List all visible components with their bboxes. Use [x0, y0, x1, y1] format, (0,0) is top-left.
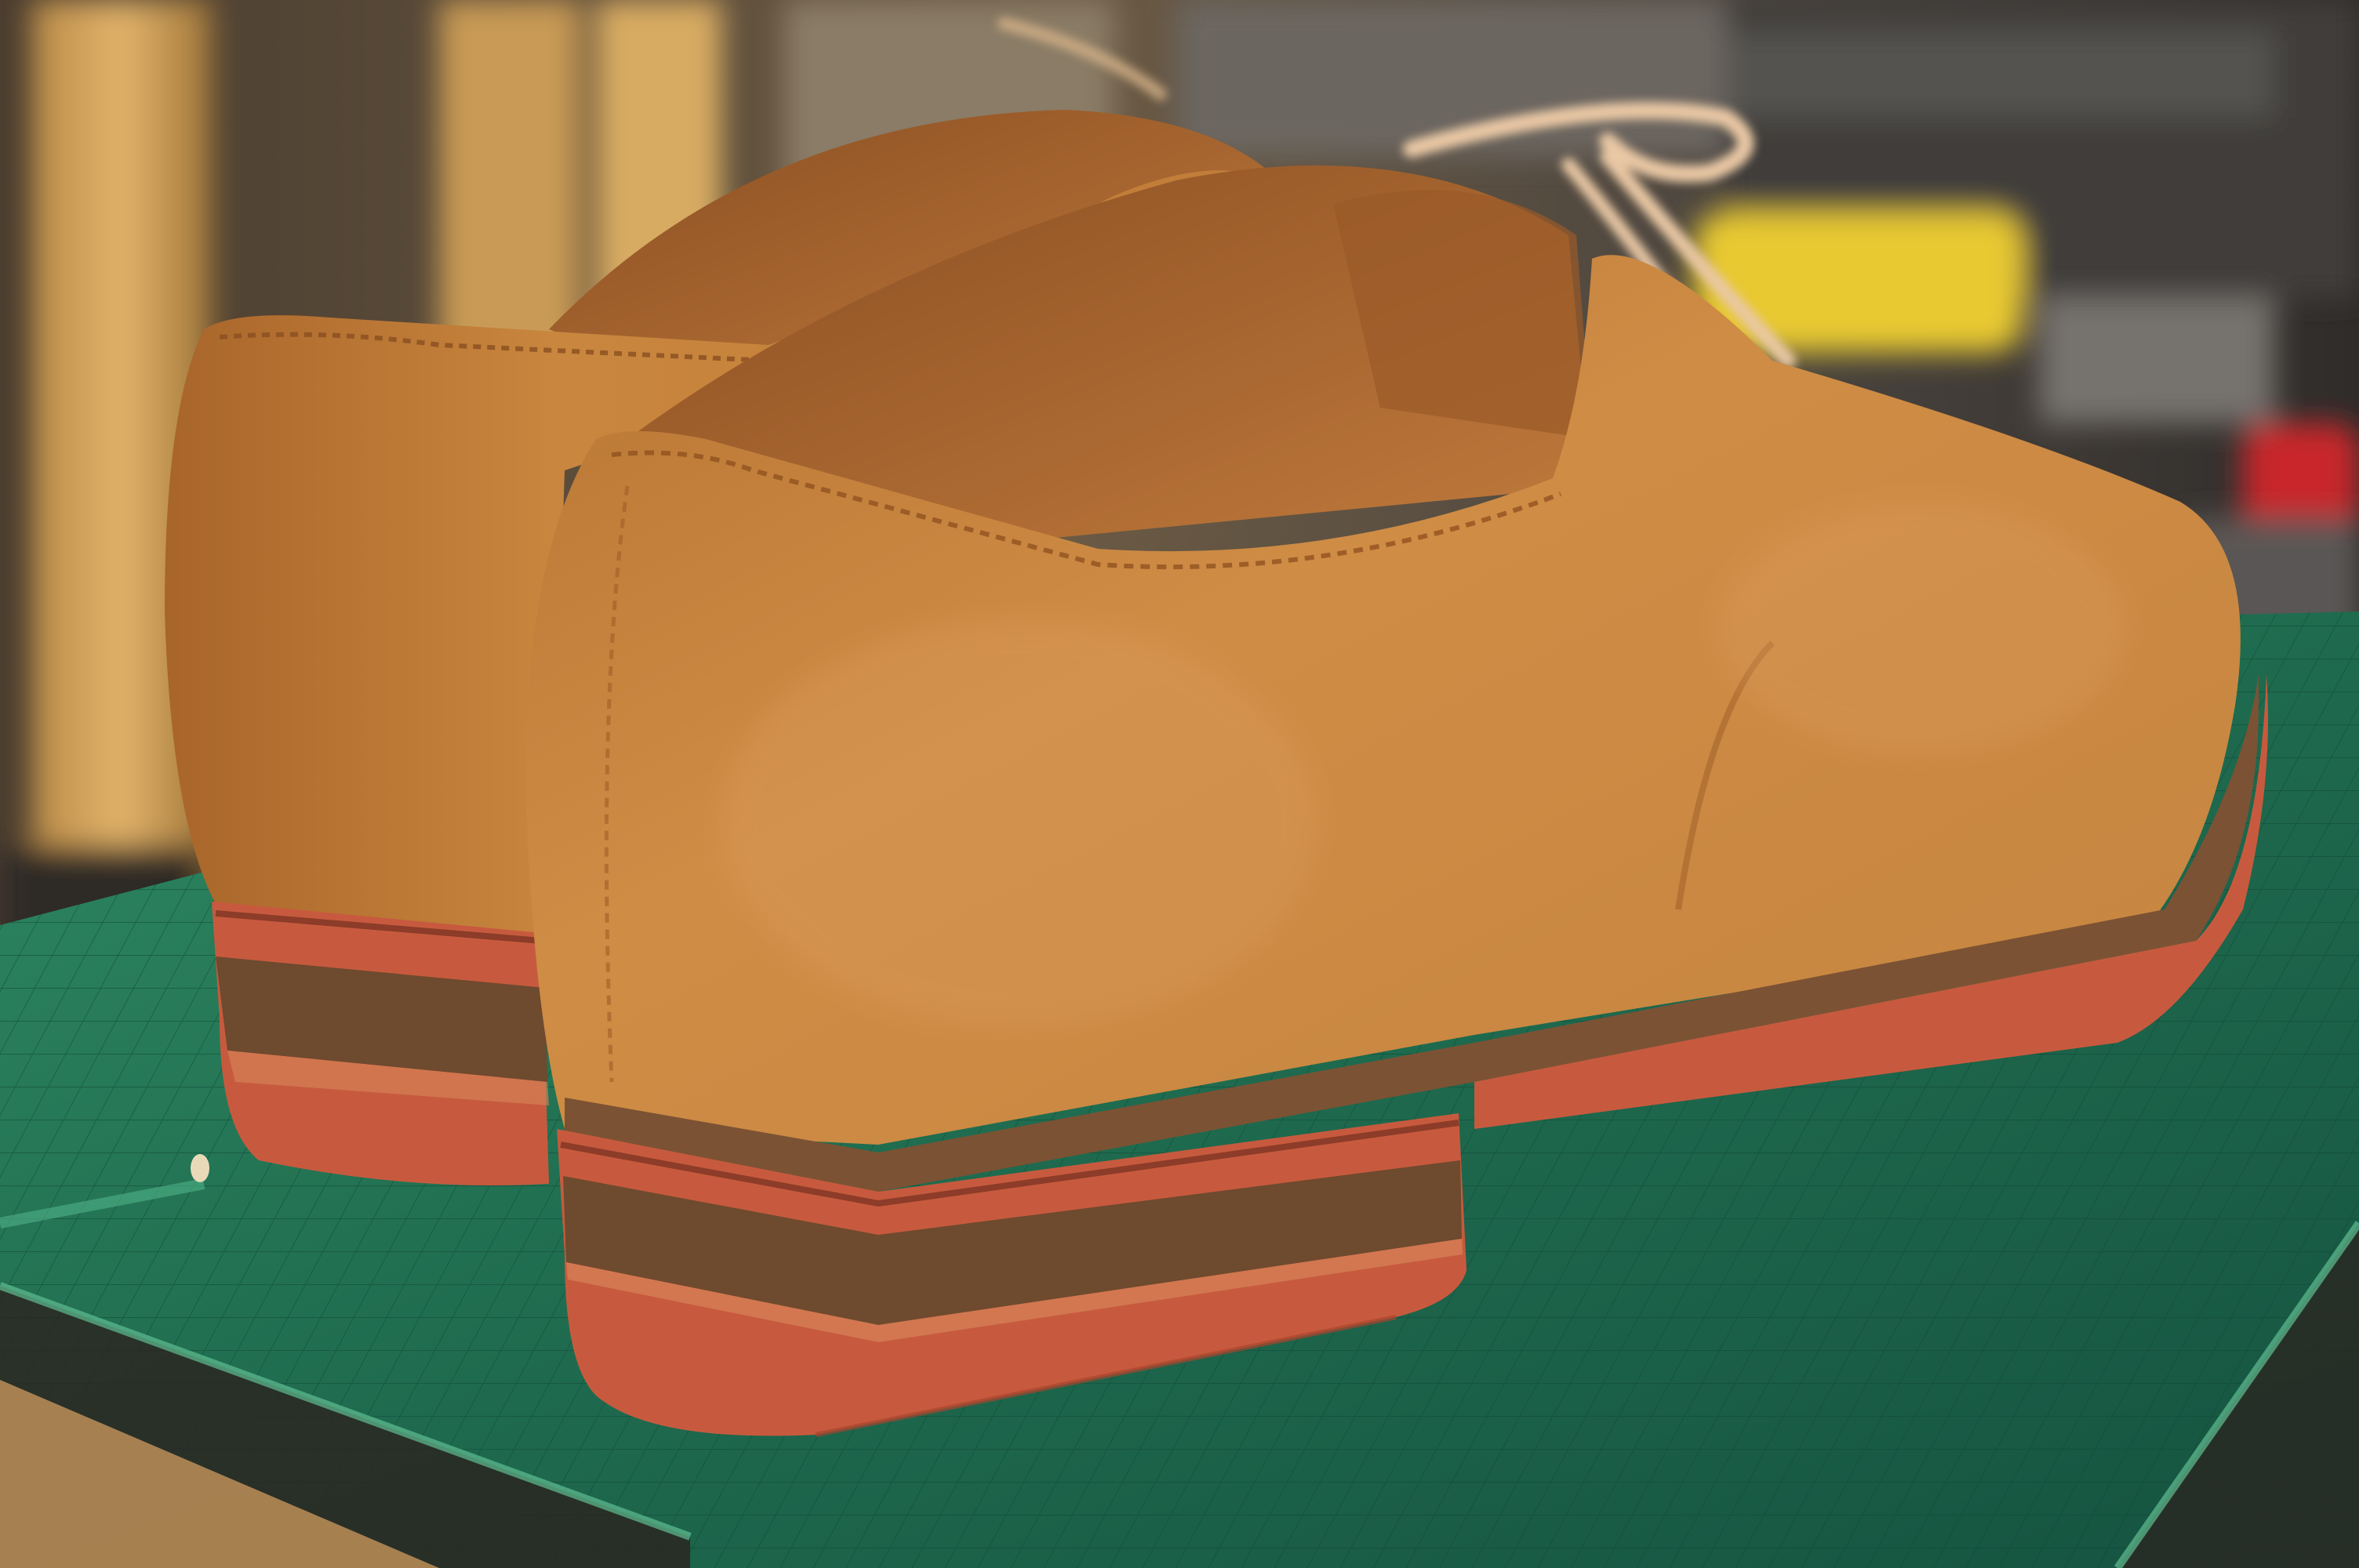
debris-speck — [191, 1154, 209, 1182]
photo-scene — [0, 0, 2359, 1568]
